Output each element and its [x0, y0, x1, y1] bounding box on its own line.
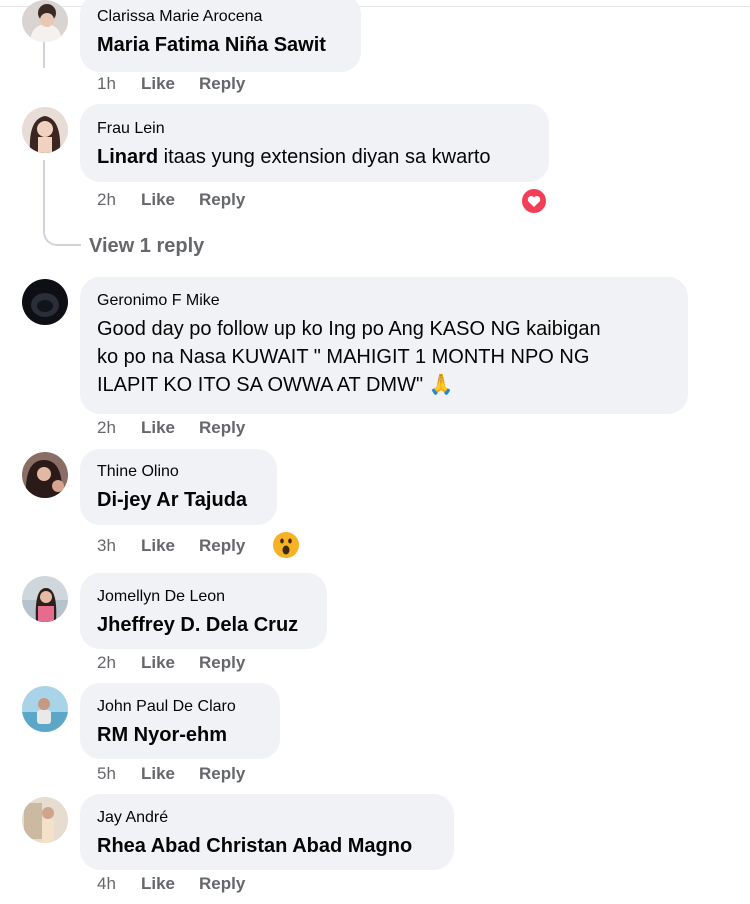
comment-time[interactable]: 4h — [97, 874, 141, 894]
avatar[interactable] — [22, 797, 68, 843]
avatar[interactable] — [22, 452, 68, 498]
comment-text: RM Nyor-ehm — [97, 721, 262, 749]
mention-link[interactable]: RM Nyor-ehm — [97, 724, 227, 746]
comment-bubble: Jomellyn De Leon Jheffrey D. Dela Cruz — [80, 573, 327, 649]
comment-author[interactable]: Geronimo F Mike — [97, 291, 670, 311]
comment-time[interactable]: 2h — [97, 190, 141, 210]
comment-actions: 2h Like Reply — [97, 418, 245, 438]
like-button[interactable]: Like — [141, 653, 199, 673]
comment-line: ko po na Nasa KUWAIT " MAHIGIT 1 MONTH N… — [97, 346, 590, 368]
like-button[interactable]: Like — [141, 74, 199, 94]
comment-actions: 2h Like Reply — [97, 653, 245, 673]
reply-button[interactable]: Reply — [199, 536, 245, 556]
comment-author[interactable]: Frau Lein — [97, 119, 531, 139]
comment-text: Jheffrey D. Dela Cruz — [97, 611, 309, 639]
comment-time[interactable]: 5h — [97, 764, 141, 784]
comment-author[interactable]: Jay André — [97, 808, 436, 828]
reply-button[interactable]: Reply — [199, 74, 245, 94]
comment-author[interactable]: Clarissa Marie Arocena — [97, 7, 343, 27]
comment-line: Good day po follow up ko Ing po Ang KASO… — [97, 318, 601, 340]
comment-line: ILAPIT KO ITO SA OWWA AT DMW" 🙏 — [97, 374, 454, 396]
comment-bubble: Thine Olino Di-jey Ar Tajuda — [80, 449, 277, 525]
comment-bubble: Geronimo F Mike Good day po follow up ko… — [80, 277, 688, 414]
avatar[interactable] — [22, 0, 68, 42]
comment-bubble: Frau Lein Linard itaas yung extension di… — [80, 104, 549, 182]
comment-actions: 5h Like Reply — [97, 764, 245, 784]
comment-text: Rhea Abad Christan Abad Magno — [97, 832, 436, 860]
comment-author[interactable]: John Paul De Claro — [97, 697, 262, 717]
like-button[interactable]: Like — [141, 190, 199, 210]
comment-bubble: Jay André Rhea Abad Christan Abad Magno — [80, 794, 454, 870]
like-button[interactable]: Like — [141, 536, 199, 556]
comment-bubble: John Paul De Claro RM Nyor-ehm — [80, 683, 280, 759]
reply-button[interactable]: Reply — [199, 653, 245, 673]
comment-time[interactable]: 2h — [97, 418, 141, 438]
avatar[interactable] — [22, 686, 68, 732]
mention-link[interactable]: Jheffrey D. Dela Cruz — [97, 614, 298, 636]
mention-link[interactable]: Linard — [97, 146, 158, 168]
comment-time[interactable]: 2h — [97, 653, 141, 673]
comment-actions: 1h Like Reply — [97, 74, 245, 94]
avatar[interactable] — [22, 107, 68, 153]
mention-link[interactable]: Di-jey Ar Tajuda — [97, 489, 247, 511]
mention-link[interactable]: Rhea Abad Christan Abad Magno — [97, 835, 412, 857]
comment-actions: 2h Like Reply — [97, 190, 245, 210]
reply-button[interactable]: Reply — [199, 190, 245, 210]
comment-body: itaas yung extension diyan sa kwarto — [158, 146, 491, 168]
comment-actions: 3h Like Reply — [97, 536, 245, 556]
view-replies-link[interactable]: View 1 reply — [89, 235, 204, 258]
comment-author[interactable]: Jomellyn De Leon — [97, 587, 309, 607]
thread-line — [43, 160, 45, 224]
comment-text: Di-jey Ar Tajuda — [97, 486, 259, 514]
like-button[interactable]: Like — [141, 764, 199, 784]
avatar[interactable] — [22, 576, 68, 622]
like-button[interactable]: Like — [141, 418, 199, 438]
comment-bubble: Clarissa Marie Arocena Maria Fatima Niña… — [80, 0, 361, 72]
avatar[interactable] — [22, 279, 68, 325]
reply-button[interactable]: Reply — [199, 874, 245, 894]
reply-button[interactable]: Reply — [199, 418, 245, 438]
like-button[interactable]: Like — [141, 874, 199, 894]
comment-actions: 4h Like Reply — [97, 874, 245, 894]
comment-author[interactable]: Thine Olino — [97, 462, 259, 482]
mention-link[interactable]: Maria Fatima Niña Sawit — [97, 34, 326, 56]
wow-reaction-icon[interactable] — [272, 531, 300, 559]
reply-button[interactable]: Reply — [199, 764, 245, 784]
thread-connector — [43, 222, 81, 246]
comment-text: Linard itaas yung extension diyan sa kwa… — [97, 143, 531, 171]
comment-time[interactable]: 3h — [97, 536, 141, 556]
comment-time[interactable]: 1h — [97, 74, 141, 94]
love-reaction-icon[interactable] — [520, 187, 548, 215]
comment-text: Maria Fatima Niña Sawit — [97, 31, 343, 59]
